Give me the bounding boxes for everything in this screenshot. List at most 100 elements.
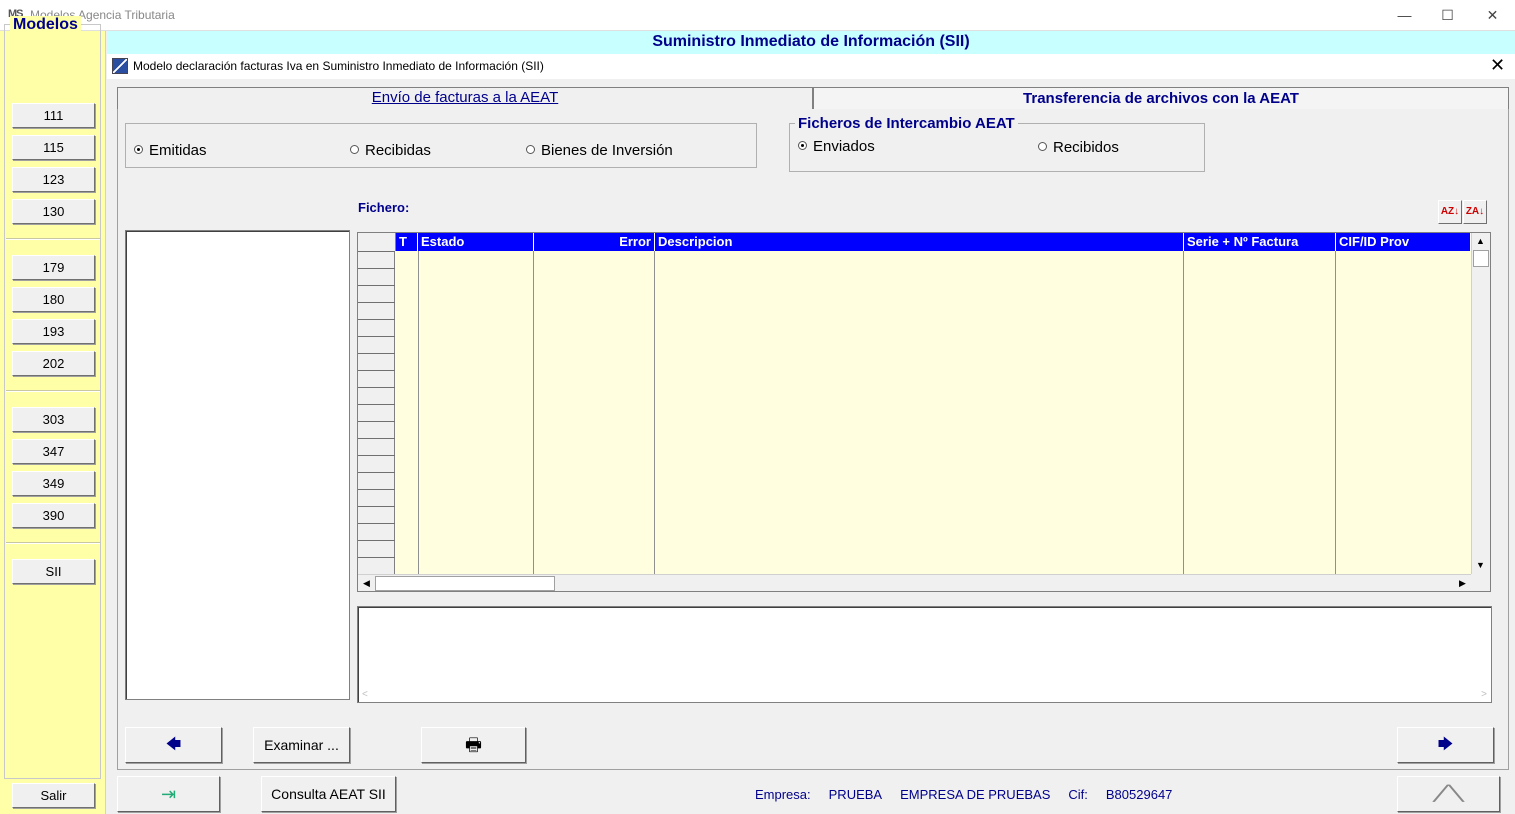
scroll-thumb[interactable] bbox=[375, 576, 555, 591]
grid-row-line bbox=[358, 472, 395, 473]
model-button-349[interactable]: 349 bbox=[12, 471, 95, 496]
scroll-thumb[interactable] bbox=[1473, 250, 1489, 267]
radio-icon bbox=[350, 144, 359, 154]
column-divider bbox=[418, 251, 419, 574]
file-list[interactable] bbox=[125, 230, 350, 700]
column-divider bbox=[533, 251, 534, 574]
radio-bienes-inversion[interactable]: Bienes de Inversión bbox=[526, 142, 673, 159]
close-icon[interactable]: ✕ bbox=[1490, 55, 1505, 76]
model-button-390[interactable]: 390 bbox=[12, 503, 95, 528]
column-header-serie-factura[interactable]: Serie + Nº Factura bbox=[1184, 233, 1336, 251]
radio-recibidos[interactable]: Recibidos bbox=[1038, 139, 1119, 156]
grid-row-line bbox=[358, 489, 395, 490]
next-button[interactable]: 🡆 bbox=[1397, 727, 1494, 763]
column-header-descripcion[interactable]: Descripcion bbox=[655, 233, 1184, 251]
grid-header: T Estado Error Descripcion Serie + Nº Fa… bbox=[358, 233, 1471, 251]
radio-label: Recibidos bbox=[1053, 139, 1119, 156]
minimize-button[interactable]: — bbox=[1382, 0, 1427, 31]
sidebar-divider bbox=[6, 390, 100, 392]
grid-row-line bbox=[358, 540, 395, 541]
scroll-up-icon[interactable]: ▲ bbox=[1472, 233, 1489, 250]
close-window-button[interactable]: ✕ bbox=[1470, 0, 1515, 31]
grid-row-header bbox=[358, 233, 395, 574]
maximize-button[interactable]: ☐ bbox=[1425, 0, 1470, 31]
model-button-303[interactable]: 303 bbox=[12, 407, 95, 432]
column-header-error[interactable]: Error bbox=[534, 233, 655, 251]
column-header-t[interactable]: T bbox=[396, 233, 418, 251]
radio-icon bbox=[1038, 141, 1047, 151]
grid-vertical-scrollbar[interactable]: ▲ ▼ bbox=[1471, 233, 1490, 574]
radio-enviados[interactable]: Enviados bbox=[798, 138, 875, 155]
radio-emitidas[interactable]: Emitidas bbox=[134, 142, 207, 159]
grid-row-line bbox=[358, 523, 395, 524]
sort-descending-icon[interactable]: ZA↓ bbox=[1463, 200, 1487, 224]
column-divider bbox=[1335, 251, 1336, 574]
model-button-180[interactable]: 180 bbox=[12, 287, 95, 312]
form-icon bbox=[112, 58, 128, 74]
radio-recibidas[interactable]: Recibidas bbox=[350, 142, 431, 159]
radio-label: Emitidas bbox=[149, 142, 207, 159]
grid-row-line bbox=[358, 268, 395, 269]
tab-transferencia-archivos[interactable]: Transferencia de archivos con la AEAT bbox=[813, 87, 1509, 109]
radio-label: Recibidas bbox=[365, 142, 431, 159]
model-button-sii[interactable]: SII bbox=[12, 559, 95, 584]
radio-selected-icon bbox=[134, 144, 143, 154]
fichero-label: Fichero: bbox=[358, 200, 410, 215]
scroll-corner bbox=[1471, 574, 1490, 591]
scroll-left-icon[interactable]: ◀ bbox=[358, 575, 375, 592]
consulta-aeat-button[interactable]: Consulta AEAT SII bbox=[261, 776, 396, 812]
grid-row-line bbox=[358, 455, 395, 456]
model-button-193[interactable]: 193 bbox=[12, 319, 95, 344]
aeat-logo-icon[interactable]: ⟋⟍ bbox=[1397, 776, 1500, 812]
grid-row-line bbox=[358, 387, 395, 388]
sort-ascending-icon[interactable]: AZ↓ bbox=[1438, 200, 1462, 224]
tab-label: Transferencia de archivos con la AEAT bbox=[1023, 90, 1299, 107]
scroll-down-icon[interactable]: ▼ bbox=[1472, 557, 1489, 574]
column-divider bbox=[654, 251, 655, 574]
empresa-code: PRUEBA bbox=[828, 787, 883, 802]
grid-row-line bbox=[358, 319, 395, 320]
ficheros-group-title: Ficheros de Intercambio AEAT bbox=[795, 115, 1018, 132]
empresa-label: Empresa: bbox=[755, 787, 811, 802]
model-button-123[interactable]: 123 bbox=[12, 167, 95, 192]
model-button-130[interactable]: 130 bbox=[12, 199, 95, 224]
model-button-115[interactable]: 115 bbox=[12, 135, 95, 160]
detail-text-area[interactable]: < > bbox=[357, 606, 1492, 703]
grid-row-line bbox=[358, 438, 395, 439]
empresa-name: EMPRESA DE PRUEBAS bbox=[900, 787, 1051, 802]
exit-button[interactable]: Salir bbox=[12, 783, 95, 808]
grid-row-line bbox=[358, 370, 395, 371]
tab-label: Envío de facturas a la AEAT bbox=[371, 89, 559, 106]
radio-label: Bienes de Inversión bbox=[541, 142, 673, 159]
model-button-202[interactable]: 202 bbox=[12, 351, 95, 376]
status-bar: Empresa: PRUEBA EMPRESA DE PRUEBAS Cif: B805… bbox=[755, 787, 1172, 802]
radio-label: Enviados bbox=[813, 138, 875, 155]
model-button-347[interactable]: 347 bbox=[12, 439, 95, 464]
examinar-button[interactable]: Examinar ... bbox=[253, 727, 350, 763]
grid-corner bbox=[358, 233, 396, 251]
grid-row-line bbox=[358, 251, 395, 252]
page-title: Suministro Inmediato de Información (SII… bbox=[652, 33, 970, 50]
previous-button[interactable]: 🡄 bbox=[125, 727, 222, 763]
column-header-cif[interactable]: CIF/ID Prov bbox=[1336, 233, 1471, 251]
model-button-111[interactable]: 111 bbox=[12, 103, 95, 128]
cif-label: Cif: bbox=[1068, 787, 1088, 802]
sidebar-divider bbox=[6, 238, 100, 240]
scroll-left-icon[interactable]: < bbox=[362, 689, 368, 700]
radio-selected-icon bbox=[798, 140, 807, 150]
scroll-right-icon[interactable]: > bbox=[1481, 689, 1487, 700]
tab-envio-facturas[interactable]: Envío de facturas a la AEAT bbox=[117, 87, 813, 109]
exit-door-icon[interactable]: ⇥ bbox=[117, 776, 220, 812]
print-icon[interactable]: 🖶 bbox=[421, 727, 526, 763]
invoice-grid[interactable] bbox=[357, 232, 1491, 592]
column-divider bbox=[1183, 251, 1184, 574]
grid-horizontal-scrollbar[interactable]: ◀ ▶ bbox=[358, 574, 1471, 591]
title-bar bbox=[0, 0, 1515, 31]
grid-row-line bbox=[358, 353, 395, 354]
scroll-right-icon[interactable]: ▶ bbox=[1454, 575, 1471, 592]
grid-row-line bbox=[358, 506, 395, 507]
inner-window-title: Modelo declaración facturas Iva en Sumin… bbox=[133, 59, 544, 73]
column-header-estado[interactable]: Estado bbox=[418, 233, 534, 251]
grid-row-line bbox=[358, 302, 395, 303]
model-button-179[interactable]: 179 bbox=[12, 255, 95, 280]
